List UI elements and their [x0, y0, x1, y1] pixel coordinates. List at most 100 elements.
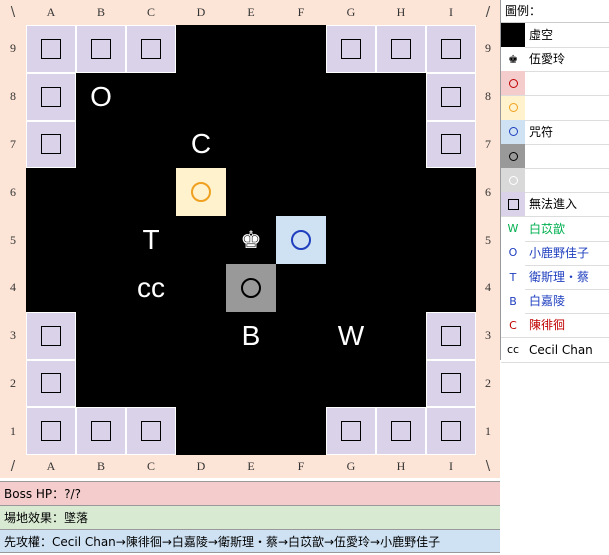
column-label-i-bottom: I: [449, 459, 453, 473]
blocked-square-icon: [141, 421, 161, 442]
talisman-cell-d6[interactable]: [176, 168, 226, 217]
board-frame: \ / / \ A A B B C C D D E E F F G G H H I I 9 9 8 8 7 7 6 6 5 5 4 4 3 3…: [0, 0, 500, 478]
row-label-1-right: 1: [485, 423, 491, 438]
circle-icon: [508, 103, 518, 113]
legend-label: 咒符: [529, 124, 554, 139]
legend-item: [501, 168, 609, 194]
row-label-4-left: 4: [10, 280, 16, 295]
legend-item: cc Cecil Chan: [501, 337, 609, 363]
column-label-d-top: D: [196, 5, 206, 19]
player-token-t[interactable]: T: [126, 216, 176, 264]
boss-hp-row: Boss HP：?/?: [0, 481, 500, 505]
blocked-square-icon: [41, 421, 61, 442]
blocked-cell-h1: [376, 407, 426, 456]
legend-swatch: [501, 95, 525, 120]
row-label-7-right: 7: [485, 136, 491, 151]
legend-label: 小鹿野佳子: [529, 245, 590, 260]
row-label-3-left: 3: [10, 328, 16, 343]
legend-swatch: [501, 168, 525, 193]
row-label-9-right: 9: [485, 41, 491, 56]
corner-mark-top-right: /: [485, 5, 491, 20]
blocked-square-icon: [441, 134, 461, 155]
column-label-a-top: A: [46, 5, 56, 19]
column-label-e-top: E: [247, 5, 255, 19]
legend-item: T 衛斯理・蔡: [501, 265, 609, 290]
row-label-2-right: 2: [485, 375, 491, 390]
circle-icon: [191, 182, 211, 203]
legend-label: Cecil Chan: [529, 342, 593, 357]
talisman-cell-e4[interactable]: [226, 264, 276, 312]
row-label-5-left: 5: [10, 232, 16, 247]
circle-icon: [508, 127, 518, 137]
player-token-c[interactable]: C: [176, 121, 226, 169]
blocked-cell-i7: [426, 120, 476, 169]
blocked-cell-i3: [426, 311, 476, 360]
row-label-6-right: 6: [485, 184, 491, 199]
blocked-square-icon: [507, 198, 519, 210]
column-label-e-bottom: E: [247, 459, 255, 473]
legend-item: [501, 95, 609, 121]
legend-label: 虛空: [529, 28, 554, 42]
column-label-b-top: B: [96, 5, 105, 19]
legend-swatch: O: [501, 240, 525, 265]
legend-swatch: C: [501, 313, 525, 338]
corner-mark-top-left: \: [10, 5, 16, 20]
legend-item: B 白嘉陵: [501, 289, 609, 315]
legend-panel: 圖例： 虛空 ♚ 伍愛玲 咒符 無法進入 W 白苡歆 O 小鹿野佳子 T 衛斯理・蔡 B 白嘉陵 C 陳徘徊…: [500, 0, 609, 363]
game-board[interactable]: O C Tcc B W ♚: [26, 25, 476, 456]
column-label-a-bottom: A: [46, 459, 56, 473]
column-label-b-bottom: B: [96, 459, 105, 473]
blocked-square-icon: [391, 421, 411, 442]
legend-swatch: cc: [501, 337, 525, 362]
blocked-cell-g9: [326, 25, 376, 73]
legend-swatch: [501, 192, 525, 217]
legend-swatch: [501, 23, 525, 47]
legend-item: 無法進入: [501, 192, 609, 218]
corner-mark-bottom-right: \: [485, 459, 491, 474]
row-label-8-left: 8: [10, 89, 16, 104]
player-token-cc[interactable]: cc: [126, 264, 176, 312]
blocked-square-icon: [91, 421, 111, 442]
circle-icon: [291, 230, 311, 251]
legend-label: 白苡歆: [529, 221, 566, 236]
blocked-cell-a9: [26, 25, 76, 73]
player-token-o[interactable]: O: [76, 73, 126, 121]
corner-mark-bottom-left: /: [10, 459, 16, 474]
column-label-c-top: C: [146, 5, 155, 19]
legend-swatch: [501, 71, 525, 96]
row-label-3-right: 3: [485, 328, 491, 343]
row-label-2-left: 2: [10, 375, 16, 390]
blocked-square-icon: [341, 38, 361, 59]
legend-item: ♚ 伍愛玲: [501, 47, 609, 73]
legend-item: O 小鹿野佳子: [501, 240, 609, 266]
blocked-square-icon: [441, 86, 461, 107]
field-effect-row: 場地效果：墜落: [0, 505, 500, 529]
blocked-square-icon: [341, 421, 361, 442]
legend-label: 陳徘徊: [529, 318, 566, 333]
column-label-h-top: H: [396, 5, 406, 19]
player-token-w[interactable]: W: [326, 312, 376, 360]
blocked-cell-i2: [426, 359, 476, 408]
blocked-cell-a8: [26, 72, 76, 121]
blocked-square-icon: [41, 134, 61, 155]
row-label-9-left: 9: [10, 41, 16, 56]
column-label-f-top: F: [297, 5, 305, 19]
legend-item: [501, 71, 609, 97]
player-token-b[interactable]: B: [226, 312, 276, 360]
column-label-g-top: G: [346, 5, 356, 19]
legend-swatch: T: [501, 265, 525, 289]
legend-title: 圖例：: [501, 0, 609, 23]
legend-item: 咒符: [501, 119, 609, 145]
column-label-f-bottom: F: [297, 459, 305, 473]
boss-king-icon[interactable]: ♚: [226, 216, 276, 264]
blocked-square-icon: [391, 38, 411, 59]
talisman-cell-f5[interactable]: [276, 216, 326, 264]
blocked-square-icon: [441, 38, 461, 59]
column-label-g-bottom: G: [346, 459, 356, 473]
blocked-cell-b1: [76, 407, 126, 456]
column-label-i-top: I: [449, 5, 453, 19]
blocked-square-icon: [141, 38, 161, 59]
legend-swatch: B: [501, 289, 525, 314]
legend-label: 伍愛玲: [529, 52, 566, 67]
blocked-square-icon: [441, 421, 461, 442]
